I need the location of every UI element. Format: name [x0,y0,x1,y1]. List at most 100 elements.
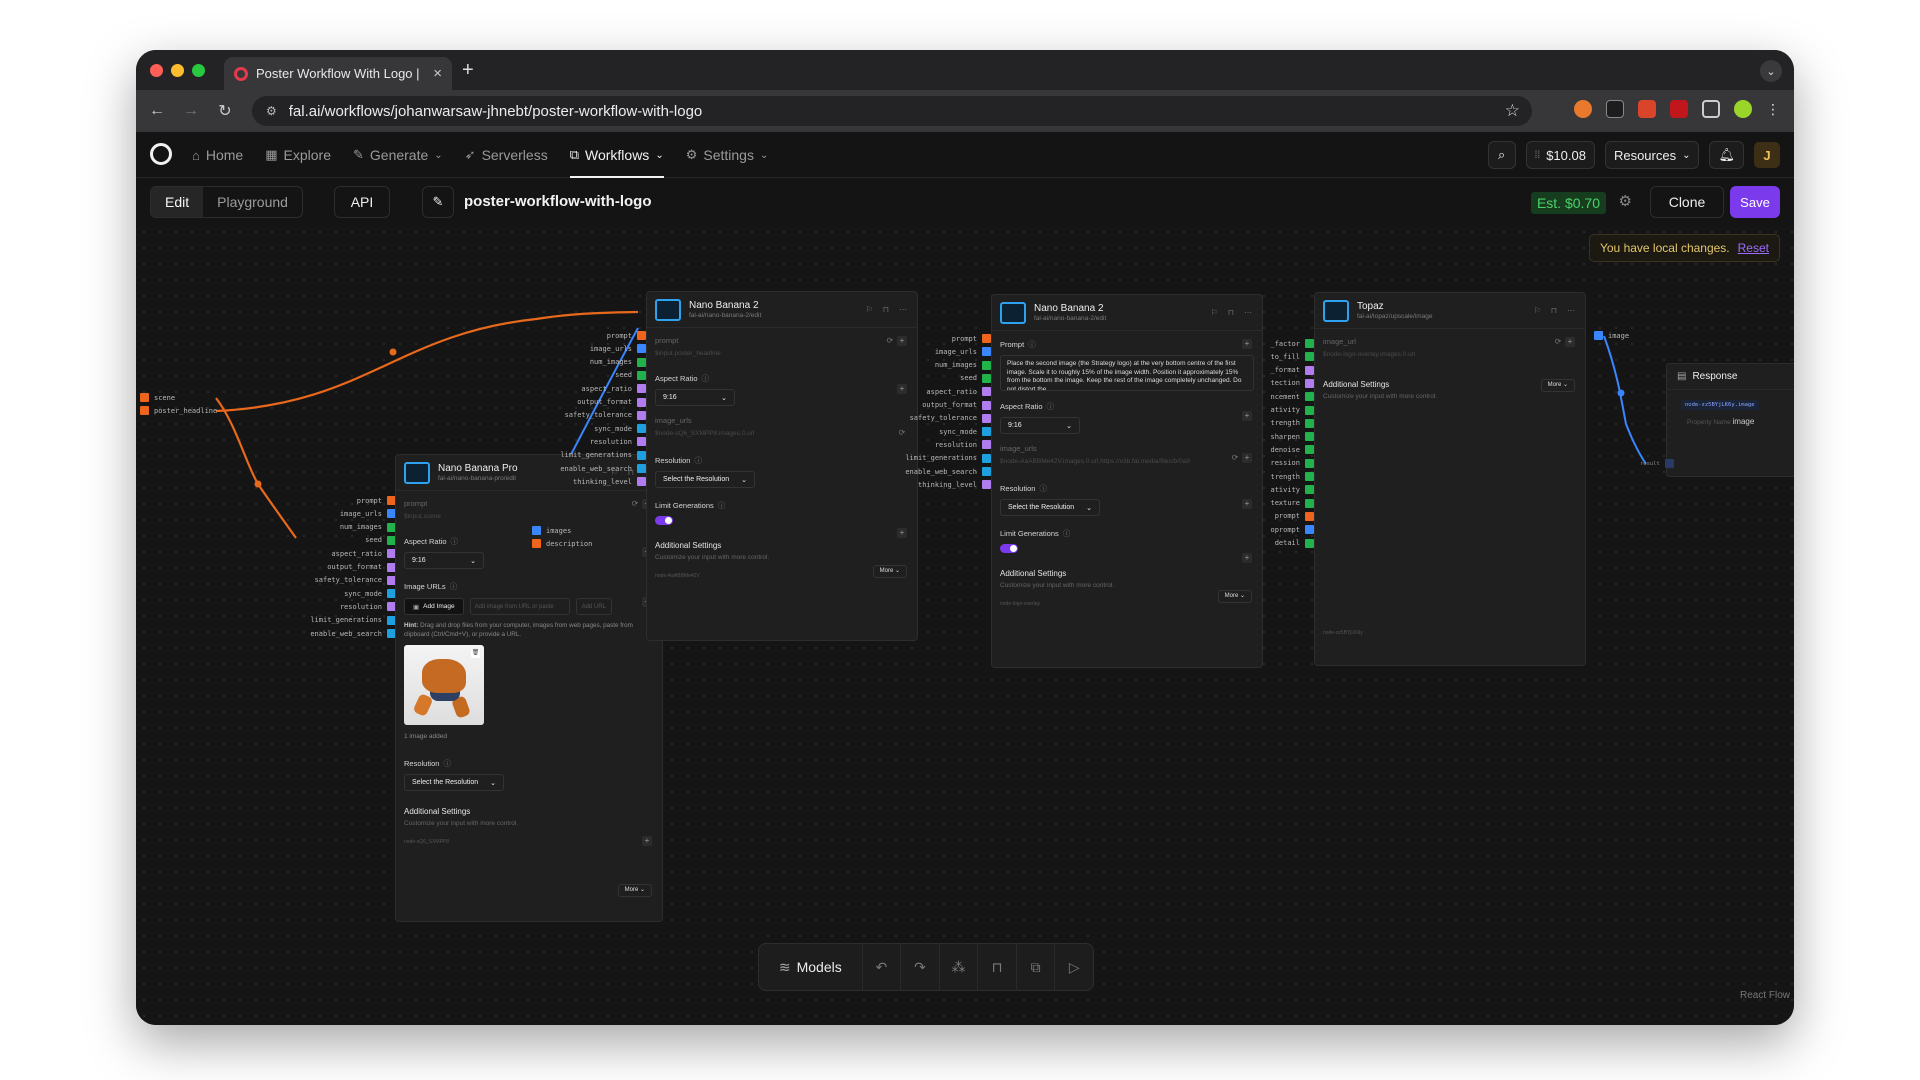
add-icon[interactable]: + [1242,411,1252,421]
input-port-sync-mode[interactable]: sync_mode [344,588,396,599]
resolution-select[interactable]: Select the Resolution ⌄ [655,471,756,488]
add-icon[interactable]: + [1242,553,1252,563]
resolution-select[interactable]: Select the Resolution ⌄ [404,774,505,791]
input-port-detail[interactable]: detail [1275,538,1314,549]
image-url-input[interactable]: $node-logo-overlay.images.0.url [1323,351,1577,358]
edge-midpoint-handle[interactable] [389,348,397,356]
input-port--format[interactable]: _format [1270,365,1314,376]
flag-icon[interactable]: ⚐ [1534,306,1541,315]
limit-generations-toggle[interactable] [1000,544,1018,553]
more-button[interactable]: More ⌄ [1540,379,1575,392]
input-port-sharpen[interactable]: sharpen [1270,431,1314,442]
image-urls-input[interactable]: $node-AaABBMe42V.images.0.url,https://v3… [1000,458,1254,465]
delete-trash-icon[interactable]: 🗑︎ [471,649,480,658]
input-port-denoise[interactable]: denoise [1270,444,1314,455]
nav-serverless[interactable]: ➶ Serverless [465,132,548,178]
edge-midpoint-handle[interactable] [1617,389,1625,397]
more-dots-icon[interactable]: ⋯ [1244,308,1252,317]
balance-button[interactable]: ⁞⁞ $10.08 [1525,141,1595,169]
more-button[interactable]: More ⌄ [872,565,907,578]
lock-icon[interactable]: ⊓ [883,305,889,314]
more-button[interactable]: More ⌄ [617,884,652,897]
nav-home[interactable]: ⌂ Home [192,132,243,178]
more-dots-icon[interactable]: ⋯ [899,305,907,314]
maximize-window-button[interactable] [192,64,205,77]
undo-icon[interactable]: ↶ [861,943,901,991]
url-bar[interactable]: ⚙ fal.ai/workflows/johanwarsaw-jhnebt/po… [252,96,1532,126]
refresh-icon[interactable]: ⟳ [1230,453,1240,463]
limit-generations-toggle[interactable] [655,516,673,525]
uploaded-image-thumbnail[interactable]: 🗑︎ [404,645,484,725]
input-port-prompt[interactable]: prompt [1275,511,1314,522]
add-icon[interactable]: + [1242,339,1252,349]
input-port-ativity[interactable]: ativity [1270,405,1314,416]
resolution-select[interactable]: Select the Resolution ⌄ [1000,499,1101,516]
response-input-port[interactable]: result [1640,458,1674,469]
react-flow-attribution[interactable]: React Flow [1740,990,1790,1001]
copy-icon[interactable]: ⧉ [1015,943,1055,991]
save-button[interactable]: Save [1730,186,1780,218]
close-window-button[interactable] [150,64,163,77]
nav-workflows[interactable]: ⧉ Workflows ⌄ [569,132,664,178]
input-port-oprompt[interactable]: oprompt [1270,524,1314,535]
pdf-extension-icon[interactable] [1670,100,1688,118]
input-port-output-format[interactable]: output_format [577,397,646,408]
input-port-prompt[interactable]: prompt [952,333,991,344]
user-avatar[interactable]: J [1754,142,1780,168]
fal-logo-icon[interactable] [150,143,172,165]
claude-extension-icon[interactable] [1574,100,1592,118]
input-port-output-format[interactable]: output_format [327,562,396,573]
prompt-input[interactable]: $input.scene [404,513,654,520]
input-port-num-images[interactable]: num_images [935,360,991,371]
aspect-ratio-select[interactable]: 9:16 ⌄ [1000,417,1080,434]
pro-output-port-description[interactable]: description [532,538,592,549]
input-port-image-urls[interactable]: image_urls [340,508,396,519]
back-arrow-icon[interactable]: ← [140,102,174,120]
input-port-seed[interactable]: seed [615,370,646,381]
browser-menu-icon[interactable]: ⋮ [1766,101,1780,118]
add-icon[interactable]: + [897,336,907,346]
input-port-output-format[interactable]: output_format [922,400,991,411]
input-port-scene[interactable]: scene [140,392,175,403]
input-port-sync-mode[interactable]: sync_mode [939,426,991,437]
workflow-settings-gear-icon[interactable]: ⚙ [1619,192,1632,210]
add-icon[interactable]: + [642,836,652,846]
edge-scene-to-pro[interactable] [215,397,297,539]
bookmark-star-icon[interactable]: ☆ [1505,101,1520,121]
input-port-num-images[interactable]: num_images [340,522,396,533]
input-port-aspect-ratio[interactable]: aspect_ratio [581,383,646,394]
screenshot-extension-icon[interactable] [1638,100,1656,118]
redo-icon[interactable]: ↷ [900,943,939,991]
input-port-aspect-ratio[interactable]: aspect_ratio [926,386,991,397]
add-url-button[interactable]: Add URL [575,598,612,615]
node-nano-banana-pro[interactable]: Nano Banana Pro fal-ai/nano-banana-pro/ed… [395,454,663,922]
search-button[interactable]: ⌕ [1487,141,1516,169]
input-port-seed[interactable]: seed [365,535,396,546]
api-button[interactable]: API [334,186,390,218]
flow-canvas[interactable]: You have local changes. Reset scene post… [136,224,1794,1025]
input-port-enable-web-search[interactable]: enable_web_search [310,628,396,639]
more-dots-icon[interactable]: ⋯ [1567,306,1575,315]
input-port-image-urls[interactable]: image_urls [935,346,991,357]
flag-icon[interactable]: ⚐ [866,305,873,314]
nav-generate[interactable]: ✎ Generate ⌄ [353,132,443,178]
input-port-trength[interactable]: trength [1270,471,1314,482]
response-node[interactable]: ▤ Response node-zz5BYjLK6y.image Property… [1666,363,1794,477]
input-port-limit-generations[interactable]: limit_generations [905,453,991,464]
input-port-resolution[interactable]: resolution [935,439,991,450]
input-port-resolution[interactable]: resolution [590,436,646,447]
profile-avatar-icon[interactable] [1734,100,1752,118]
pro-output-port-images[interactable]: images [532,525,571,536]
aspect-ratio-select[interactable]: 9:16 ⌄ [655,389,735,406]
refresh-icon[interactable]: ⟳ [1553,337,1563,347]
input-port-thinking-level[interactable]: thinking_level [573,476,646,487]
input-port-resolution[interactable]: resolution [340,601,396,612]
models-button[interactable]: ≋ Models [759,959,862,976]
input-port-num-images[interactable]: num_images [590,357,646,368]
edge-topaz-to-response[interactable] [1603,335,1647,465]
input-port-prompt[interactable]: prompt [357,495,396,506]
nav-explore[interactable]: ▦ Explore [265,132,331,178]
edit-tab[interactable]: Edit [151,187,204,217]
input-port-limit-generations[interactable]: limit_generations [310,615,396,626]
add-image-button[interactable]: ▣ Add Image [404,598,464,615]
